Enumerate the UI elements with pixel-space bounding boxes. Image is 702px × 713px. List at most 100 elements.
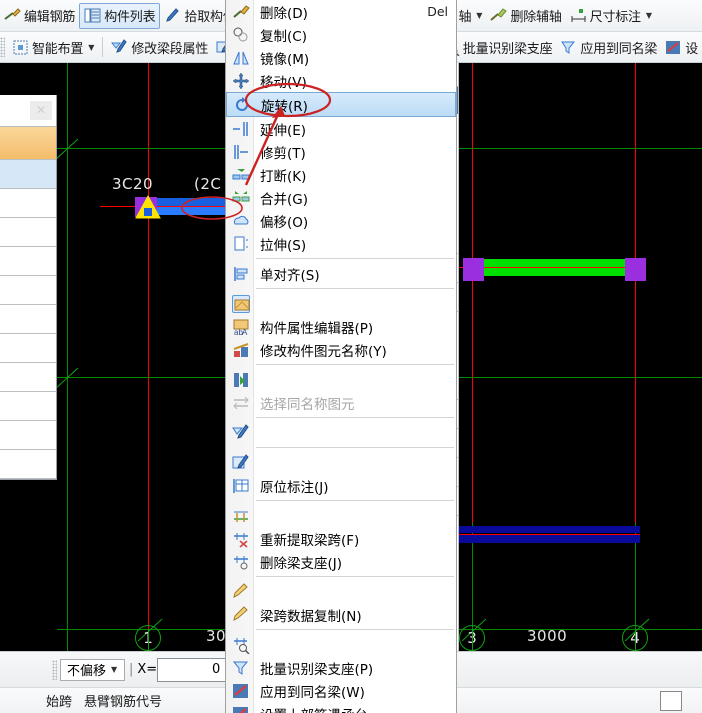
edit-beam-segment-icon [111, 38, 128, 56]
axis-stem [472, 629, 473, 651]
panel-grid-row[interactable] [0, 334, 56, 363]
toolbar-label: 应用到同名梁 [580, 41, 658, 57]
panel-grid-row[interactable] [0, 392, 56, 421]
stretch-icon [232, 235, 250, 253]
menu-item-extend[interactable]: 延伸(E) [226, 117, 456, 140]
menu-item-rotate[interactable]: 旋转(R) [226, 92, 456, 117]
context-menu[interactable]: 删除(D) Del 复制(C) 镜像(M) 移动(V) 旋转(R) 延伸(E) … [225, 0, 457, 713]
toolbar-button-component-list[interactable]: 构件列表 [79, 2, 161, 29]
menu-item-bottom-rebar-cap[interactable]: 设置上部筋遇承台 [226, 702, 456, 713]
toolbar-label: 批量识别梁支座 [462, 41, 553, 57]
offset-mode-value: 不偏移 [67, 664, 107, 679]
axis-stem [635, 629, 636, 651]
menu-item-in-situ-label[interactable] [226, 451, 456, 474]
close-icon[interactable]: ✕ [30, 101, 52, 120]
menu-item-single-align[interactable]: 单对齐(S) [226, 262, 456, 285]
toolbar-button-edit-beam-segment[interactable]: 修改梁段属性 [107, 34, 212, 60]
beam-support-purple[interactable] [625, 258, 646, 281]
menu-item-stretch[interactable]: 拉伸(S) [226, 232, 456, 255]
menu-item-label: 复制(C) [260, 28, 307, 45]
panel-grid-row-selected[interactable] [0, 160, 56, 189]
bottom-bar-grip[interactable] [52, 659, 57, 680]
menu-item-apply-same-name-beam[interactable]: 批量识别梁支座(P) [226, 656, 456, 679]
delete-icon [232, 3, 250, 21]
panel-grid-row[interactable] [0, 189, 56, 218]
menu-item-set-support[interactable]: 删除梁支座(J) [226, 550, 456, 573]
menu-item-rename-element[interactable]: ab A 构件属性编辑器(P) [226, 315, 456, 338]
menu-item-beam-table[interactable]: 原位标注(J) [226, 474, 456, 497]
menu-item-offset[interactable]: 偏移(O) [226, 209, 456, 232]
beam-element-navy[interactable] [455, 526, 640, 533]
chevron-down-icon[interactable]: ▼ [476, 11, 482, 20]
panel-grid-row[interactable] [0, 218, 56, 247]
toolbar-button-delete-aux-axis[interactable]: 删除辅轴 [486, 3, 565, 29]
menu-item-delete-support[interactable]: 重新提取梁跨(F) [226, 527, 456, 550]
x-coordinate-value: 0 [211, 662, 221, 677]
toolbar-button-edit-rebar[interactable]: 编辑钢筋 [0, 3, 79, 29]
select-same-name-icon [232, 371, 250, 389]
status-field[interactable] [660, 690, 682, 711]
toolbar-button-apply-same-name-beam[interactable]: 应用到同名梁 [556, 34, 661, 60]
beam-element-navy-lower[interactable] [455, 535, 640, 543]
chevron-down-icon[interactable]: ▼ [646, 11, 652, 20]
menu-item-merge[interactable]: 合并(G) [226, 186, 456, 209]
panel-grid-row[interactable] [0, 247, 56, 276]
menu-item-move[interactable]: 移动(V) [226, 69, 456, 92]
chevron-down-icon[interactable]: ▼ [106, 665, 122, 674]
menu-item-batch-identify-support[interactable] [226, 633, 456, 656]
panel-grid-row[interactable] [0, 450, 56, 479]
menu-item-edit-beam-segment[interactable] [226, 421, 456, 444]
menu-item-flush-slab-top[interactable]: 修改构件图元名称(Y) [226, 338, 456, 361]
extend-icon [232, 120, 250, 138]
edit-rebar-icon [4, 7, 21, 24]
menu-item-label: 旋转(R) [261, 98, 308, 115]
pick-component-icon [164, 7, 181, 24]
menu-item-label: 拉伸(S) [260, 237, 307, 254]
menu-separator [256, 576, 454, 577]
menu-item-re-extract-span[interactable] [226, 504, 456, 527]
beam-table-icon [232, 477, 250, 495]
bottom-rebar-cap-icon [232, 705, 250, 713]
axis-line-vertical-red [472, 63, 473, 523]
panel-grid-row[interactable] [0, 305, 56, 334]
beam-element-green-lower[interactable] [483, 268, 626, 276]
menu-item-mirror[interactable]: 镜像(M) [226, 46, 456, 69]
axis-line-vertical-red [635, 63, 636, 523]
panel-grid-row[interactable] [0, 421, 56, 450]
menu-item-trim[interactable]: 修剪(T) [226, 140, 456, 163]
toolbar-button-dimension[interactable]: 尺寸标注 ▼ [566, 3, 656, 29]
top-rebar-cap-icon [232, 682, 250, 700]
menu-item-component-property-editor[interactable] [226, 292, 456, 315]
menu-item-delete[interactable]: 删除(D) Del [226, 0, 456, 23]
menu-item-label: 设置上部筋遇承台 [260, 704, 368, 713]
toolbar-button-smart-layout[interactable]: 智能布置 ▼ [8, 34, 98, 60]
menu-item-in-situ-copy[interactable]: 梁跨数据复制(N) [226, 603, 456, 626]
menu-item-copy[interactable]: 复制(C) [226, 23, 456, 46]
menu-item-top-rebar-cap[interactable]: 应用到同名梁(W) [226, 679, 456, 702]
menu-item-span-data-copy[interactable] [226, 580, 456, 603]
beam-element-green[interactable] [483, 259, 626, 267]
menu-item-label: 镜像(M) [260, 51, 310, 68]
chevron-down-icon[interactable]: ▼ [88, 43, 94, 52]
panel-grid-row[interactable] [0, 276, 56, 305]
in-situ-copy-icon [232, 606, 250, 624]
menu-item-label: 重新提取梁跨(F) [260, 532, 360, 549]
offset-mode-dropdown[interactable]: 不偏移 ▼ [60, 658, 126, 681]
re-extract-span-icon [232, 507, 250, 525]
axis-line-vertical-red [148, 63, 149, 651]
single-align-icon [232, 265, 250, 283]
merge-icon [232, 189, 250, 207]
toolbar-button-axis[interactable]: 轴 ▼ [454, 3, 486, 29]
beam-support-purple[interactable] [463, 258, 484, 281]
toolbar-button-set-rebar[interactable]: 设 [661, 34, 702, 60]
move-icon [232, 72, 250, 90]
toolbar-label: 设 [685, 41, 698, 57]
menu-item-label: 单对齐(S) [260, 267, 320, 284]
span-data-copy-icon [232, 583, 250, 601]
menu-item-break[interactable]: 打断(K) [226, 163, 456, 186]
toolbar-grip[interactable] [0, 37, 5, 57]
component-list-panel[interactable]: ✕ [0, 95, 57, 480]
panel-grid-row[interactable] [0, 363, 56, 392]
status-text-cantilever-code: 悬臂钢筋代号 [84, 695, 163, 710]
menu-item-select-same-name[interactable] [226, 368, 456, 391]
